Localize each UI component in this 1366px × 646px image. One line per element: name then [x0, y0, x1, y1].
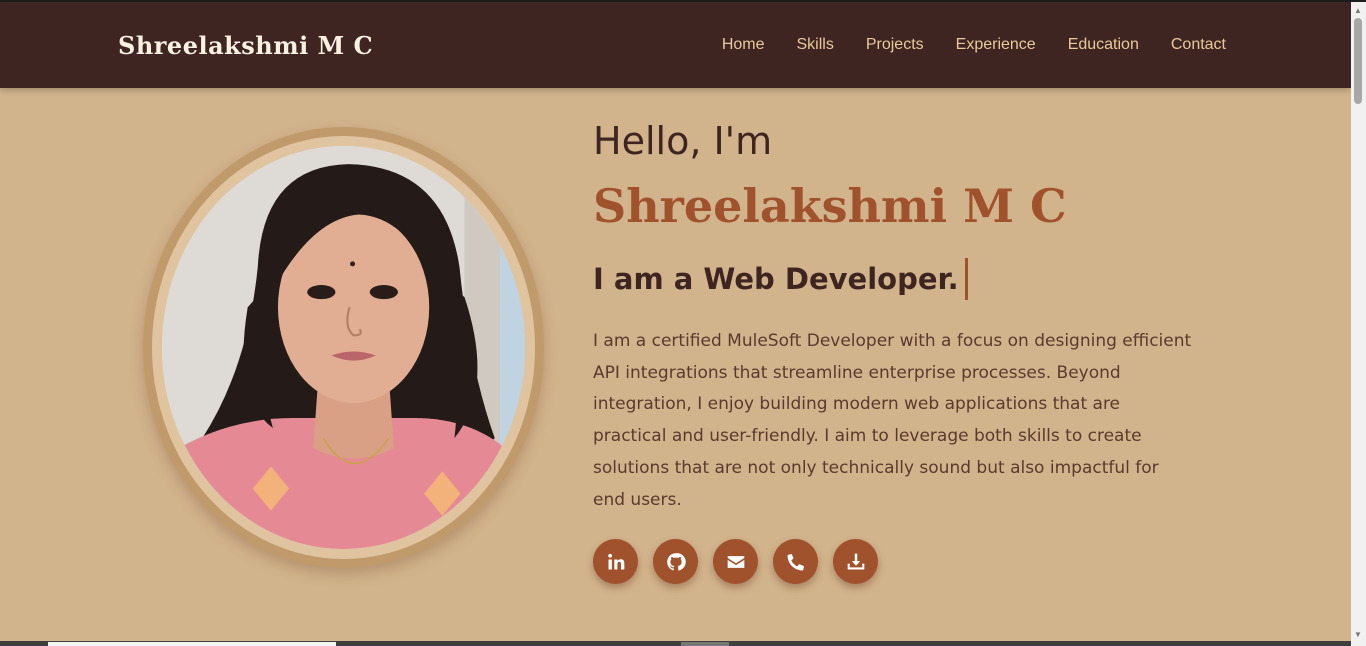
navbar: Shreelakshmi M C Home Skills Projects Ex… — [0, 2, 1351, 88]
linkedin-icon — [607, 553, 624, 569]
typing-text: I am a Web Developer. — [593, 262, 959, 296]
nav-link-home[interactable]: Home — [722, 36, 765, 54]
hero-tagline: I am a Web Developer. — [593, 258, 968, 300]
nav-links: Home Skills Projects Experience Educatio… — [722, 36, 1226, 54]
next-section-edge — [0, 641, 1351, 646]
hero-bio: I am a certified MuleSoft Developer with… — [593, 331, 1192, 510]
download-resume-button[interactable] — [833, 539, 878, 584]
profile-photo — [162, 146, 525, 549]
hero-section: Hello, I'm Shreelakshmi M C I am a Web D… — [0, 88, 1351, 641]
github-icon — [666, 552, 686, 571]
github-button[interactable] — [653, 539, 698, 584]
hero-name: Shreelakshmi M C — [593, 179, 1067, 233]
typing-cursor — [964, 258, 968, 300]
nav-link-experience[interactable]: Experience — [956, 36, 1036, 54]
scroll-down-arrow-icon[interactable]: ▼ — [1354, 630, 1362, 639]
scroll-up-arrow-icon[interactable]: ▲ — [1354, 6, 1362, 15]
phone-icon — [787, 553, 804, 570]
nav-link-projects[interactable]: Projects — [866, 36, 924, 54]
hero-greeting: Hello, I'm — [593, 119, 773, 163]
social-links — [593, 539, 878, 584]
phone-button[interactable] — [773, 539, 818, 584]
portrait-illustration — [162, 146, 525, 549]
email-button[interactable] — [713, 539, 758, 584]
nav-link-skills[interactable]: Skills — [797, 36, 834, 54]
envelope-icon — [727, 555, 744, 568]
brand-logo[interactable]: Shreelakshmi M C — [118, 31, 373, 60]
nav-link-contact[interactable]: Contact — [1171, 36, 1226, 54]
nav-link-education[interactable]: Education — [1068, 36, 1139, 54]
linkedin-button[interactable] — [593, 539, 638, 584]
download-icon — [847, 553, 864, 569]
scrollbar-thumb[interactable] — [1354, 18, 1362, 104]
profile-photo-frame — [143, 127, 544, 568]
